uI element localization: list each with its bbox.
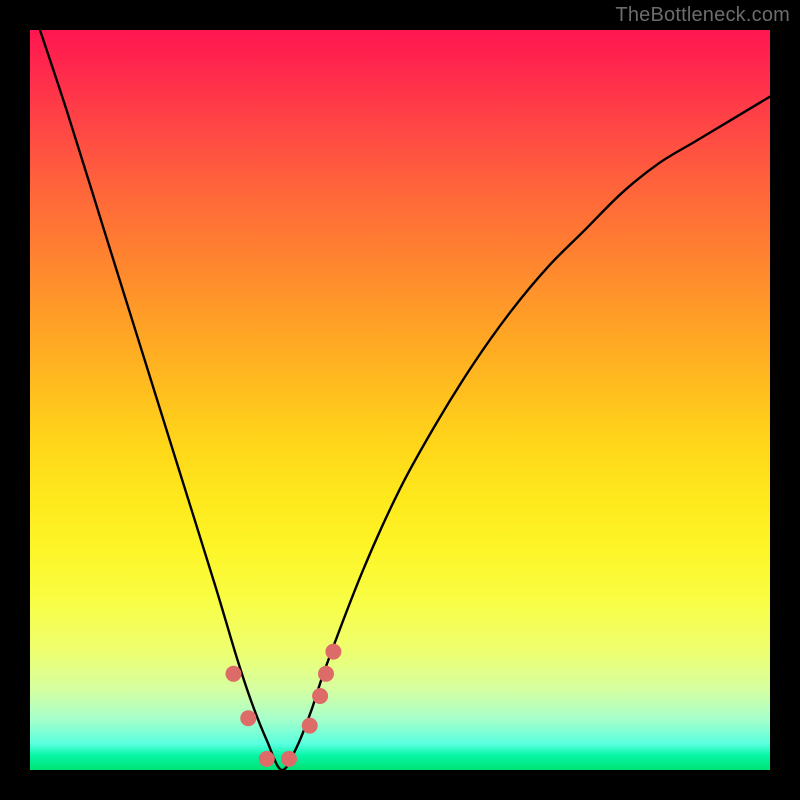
highlight-dot bbox=[325, 644, 341, 660]
highlight-dot bbox=[259, 751, 275, 767]
chart-frame: TheBottleneck.com bbox=[0, 0, 800, 800]
curve-layer bbox=[30, 30, 770, 770]
bottleneck-curve bbox=[30, 30, 770, 770]
highlight-dot bbox=[281, 751, 297, 767]
watermark-text: TheBottleneck.com bbox=[615, 4, 790, 27]
highlight-dots bbox=[226, 644, 342, 767]
highlight-dot bbox=[302, 718, 318, 734]
plot-area bbox=[30, 30, 770, 770]
highlight-dot bbox=[226, 666, 242, 682]
highlight-dot bbox=[318, 666, 334, 682]
highlight-dot bbox=[240, 710, 256, 726]
highlight-dot bbox=[312, 688, 328, 704]
